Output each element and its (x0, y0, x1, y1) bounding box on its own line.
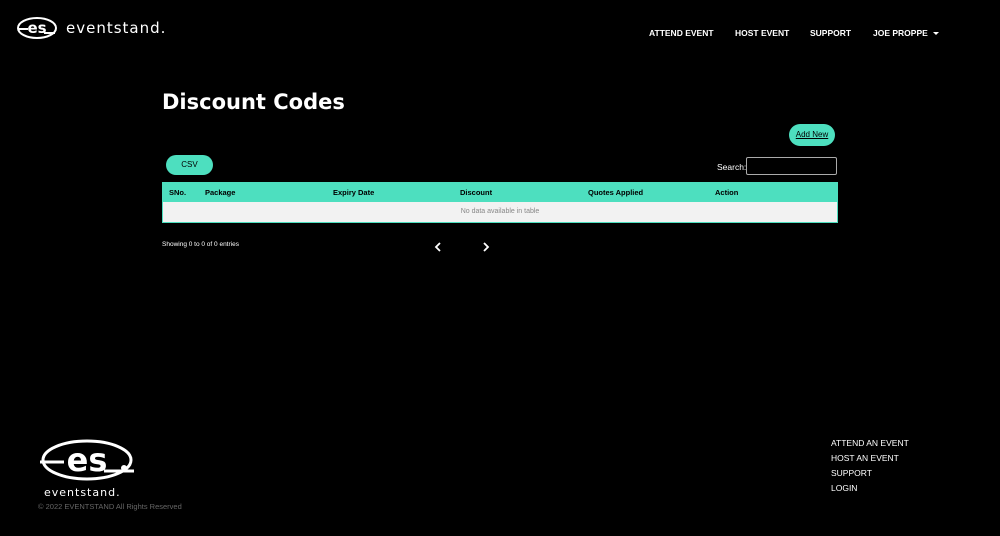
add-new-button[interactable]: Add New (789, 124, 835, 146)
page-title: Discount Codes (162, 90, 345, 114)
footer-link-support[interactable]: SUPPORT (831, 469, 909, 478)
eventstand-logo-icon: es (17, 17, 57, 39)
brand-name: eventstand. (66, 19, 167, 37)
entries-info: Showing 0 to 0 of 0 entries (162, 241, 239, 248)
brand-logo[interactable]: es eventstand. (16, 16, 166, 40)
column-header-action[interactable]: Action (715, 188, 738, 197)
column-header-sno[interactable]: SNo. (169, 188, 186, 197)
user-name: JOE PROPPE (873, 28, 928, 38)
discount-codes-table: SNo. Package Expiry Date Discount Quotes… (162, 182, 838, 223)
nav-host-event[interactable]: HOST EVENT (735, 28, 789, 38)
header: es eventstand. ATTEND EVENT HOST EVENT S… (0, 0, 1000, 62)
nav-user-menu[interactable]: JOE PROPPE (873, 28, 939, 38)
footer-brand-name: eventstand. (44, 486, 121, 499)
footer-link-attend-event[interactable]: ATTEND AN EVENT (831, 439, 909, 448)
caret-down-icon (932, 31, 939, 35)
footer-links: ATTEND AN EVENT HOST AN EVENT SUPPORT LO… (831, 439, 909, 499)
csv-export-button[interactable]: CSV (166, 155, 213, 175)
pagination-next-button[interactable] (480, 240, 492, 254)
search-input[interactable] (746, 157, 837, 175)
column-header-package[interactable]: Package (205, 188, 235, 197)
footer-logo[interactable]: es (38, 438, 136, 489)
chevron-right-icon (483, 242, 490, 252)
search-label: Search: (717, 162, 747, 172)
svg-text:es: es (67, 441, 108, 479)
footer-link-host-event[interactable]: HOST AN EVENT (831, 454, 909, 463)
copyright-text: © 2022 EVENTSTAND All Rights Reserved (38, 502, 182, 511)
column-header-discount[interactable]: Discount (460, 188, 492, 197)
svg-text:es: es (27, 19, 46, 37)
column-header-quotes-applied[interactable]: Quotes Applied (588, 188, 643, 197)
pagination-previous-button[interactable] (432, 240, 444, 254)
nav-support[interactable]: SUPPORT (810, 28, 851, 38)
nav-attend-event[interactable]: ATTEND EVENT (649, 28, 714, 38)
eventstand-logo-icon: es (40, 439, 134, 481)
chevron-left-icon (434, 242, 441, 252)
footer-link-login[interactable]: LOGIN (831, 484, 909, 493)
column-header-expiry-date[interactable]: Expiry Date (333, 188, 374, 197)
table-empty-row: No data available in table (163, 202, 837, 222)
table-header: SNo. Package Expiry Date Discount Quotes… (163, 183, 837, 202)
